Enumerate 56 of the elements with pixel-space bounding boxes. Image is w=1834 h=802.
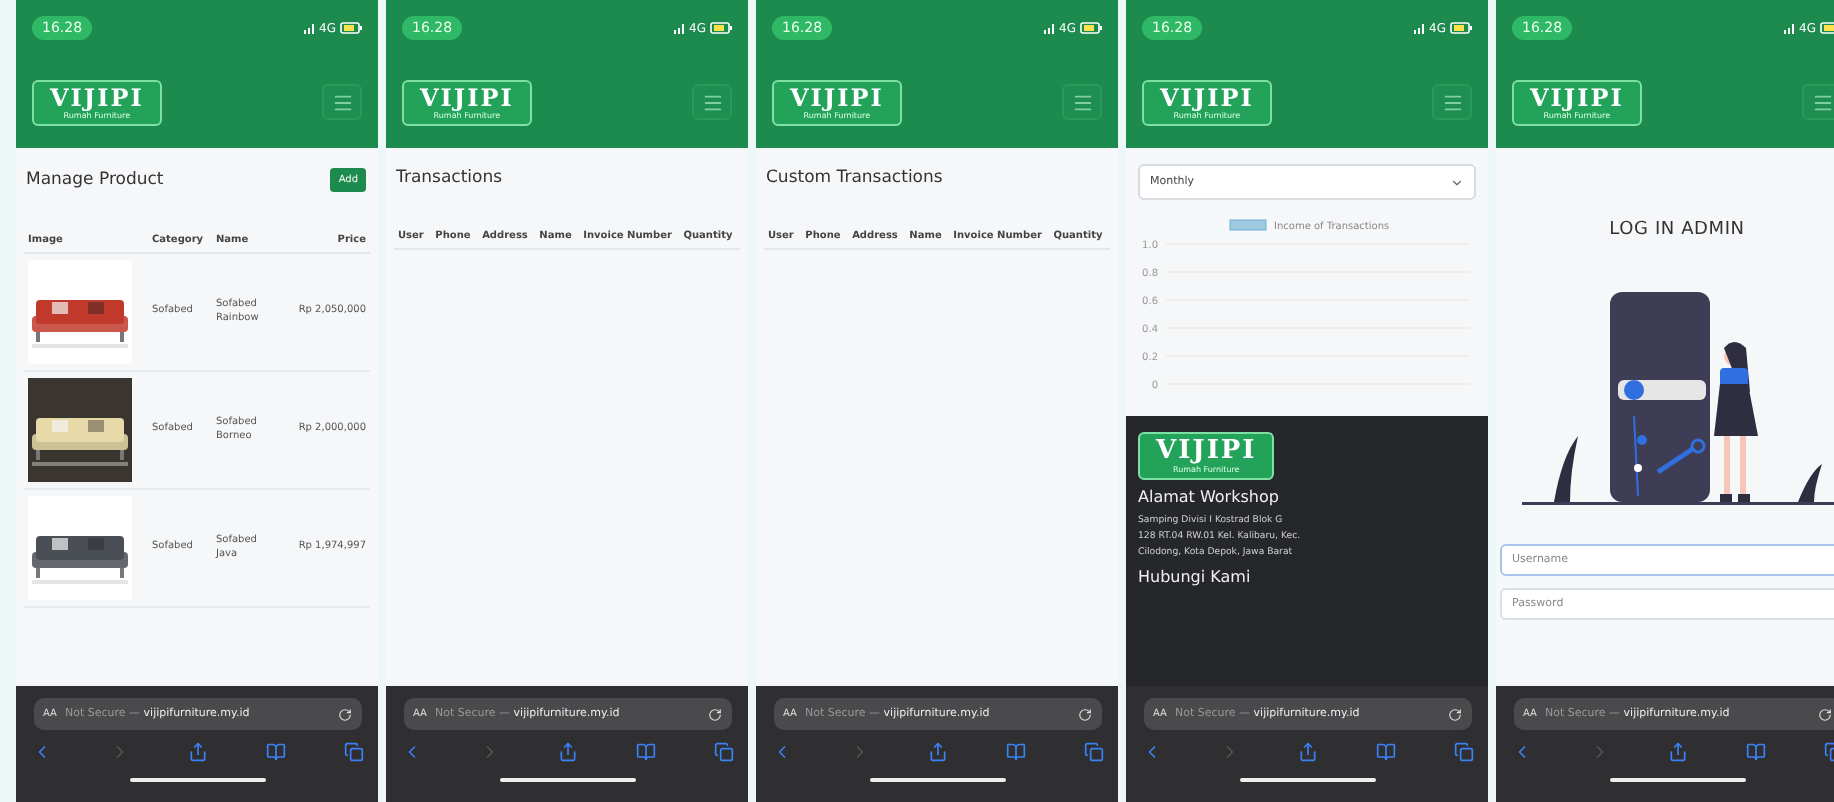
page-title: Custom Transactions: [766, 168, 943, 188]
menu-icon: [701, 91, 723, 113]
menu-button[interactable]: [322, 84, 362, 120]
book-icon[interactable]: [1745, 742, 1765, 762]
home-indicator: [499, 778, 635, 782]
tabs-icon[interactable]: [343, 742, 363, 762]
logo-title: VIJIPI: [1530, 85, 1624, 109]
signal-icon: [1783, 23, 1796, 33]
menu-button[interactable]: [1802, 84, 1834, 120]
menu-button[interactable]: [692, 84, 732, 120]
book-icon[interactable]: [1005, 742, 1025, 762]
page-title: Manage Product: [26, 170, 164, 190]
home-indicator: [869, 778, 1005, 782]
tabs-icon[interactable]: [1083, 742, 1103, 762]
chevron-down-icon: [1450, 175, 1464, 189]
home-indicator: [1609, 778, 1745, 782]
share-icon[interactable]: [1297, 742, 1317, 762]
logo-title: VIJIPI: [50, 85, 144, 109]
reload-icon[interactable]: [1447, 707, 1461, 721]
footer-heading: Alamat Workshop: [1138, 488, 1279, 506]
footer-heading: Hubungi Kami: [1138, 568, 1251, 587]
reload-icon[interactable]: [337, 707, 351, 721]
battery-icon: [340, 22, 362, 34]
home-indicator: [129, 778, 265, 782]
menu-button[interactable]: [1432, 84, 1472, 120]
page-title: LOG IN ADMIN: [1607, 220, 1747, 240]
menu-icon: [1441, 91, 1463, 113]
signal-icon: [673, 23, 686, 33]
tabs-icon[interactable]: [1453, 742, 1473, 762]
logo-title: VIJIPI: [1156, 438, 1257, 464]
menu-icon: [331, 91, 353, 113]
logo-title: VIJIPI: [1160, 85, 1254, 109]
book-icon[interactable]: [265, 742, 285, 762]
logo-title: VIJIPI: [790, 85, 884, 109]
signal-icon: [1043, 23, 1056, 33]
reload-icon[interactable]: [707, 707, 721, 721]
book-icon[interactable]: [635, 742, 655, 762]
share-icon[interactable]: [557, 742, 577, 762]
page-title: Transactions: [396, 168, 503, 188]
menu-button[interactable]: [1062, 84, 1102, 120]
share-icon[interactable]: [927, 742, 947, 762]
battery-icon: [1080, 22, 1102, 34]
share-icon[interactable]: [1667, 742, 1687, 762]
share-icon[interactable]: [187, 742, 207, 762]
battery-icon: [710, 22, 732, 34]
logo-title: VIJIPI: [420, 85, 514, 109]
signal-icon: [1413, 23, 1426, 33]
menu-icon: [1811, 91, 1833, 113]
signal-icon: [303, 23, 316, 33]
reload-icon[interactable]: [1817, 707, 1831, 721]
battery-icon: [1450, 22, 1472, 34]
menu-icon: [1071, 91, 1093, 113]
book-icon[interactable]: [1375, 742, 1395, 762]
home-indicator: [1239, 778, 1375, 782]
tabs-icon[interactable]: [713, 742, 733, 762]
reload-icon[interactable]: [1077, 707, 1091, 721]
